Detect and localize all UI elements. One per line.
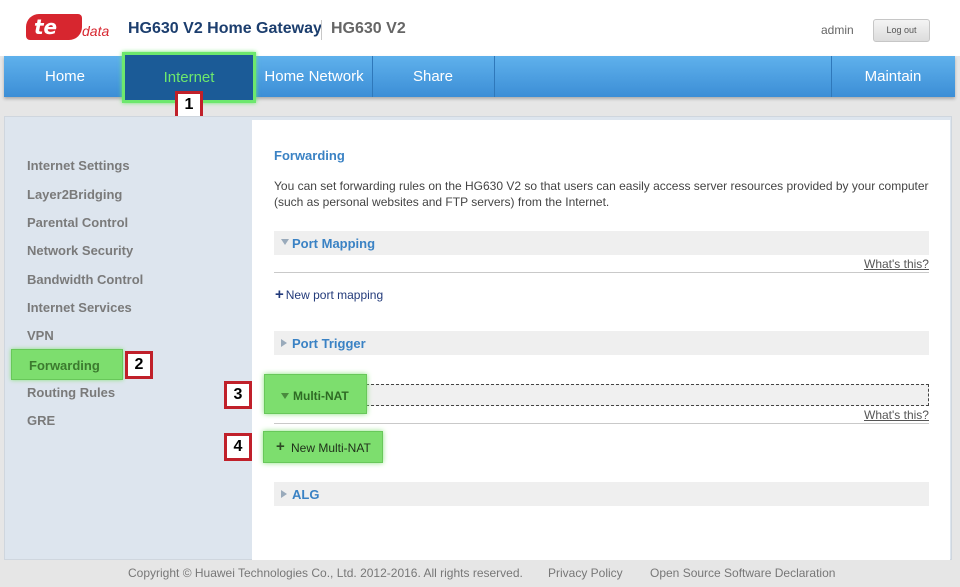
sidebar-item-vpn[interactable]: VPN <box>27 328 54 343</box>
username-label: admin <box>821 23 854 37</box>
header-bar: te data HG630 V2 Home Gateway HG630 V2 a… <box>0 0 960 56</box>
step-marker-2: 2 <box>125 351 153 379</box>
sidebar-item-parental-control[interactable]: Parental Control <box>27 215 128 230</box>
port-trigger-label: Port Trigger <box>292 336 366 351</box>
sidebar-item-internet-services[interactable]: Internet Services <box>27 300 132 315</box>
new-multi-nat-label: New Multi-NAT <box>291 441 371 455</box>
port-mapping-label: Port Mapping <box>292 236 376 251</box>
port-mapping-section-header[interactable]: Port Mapping <box>274 231 929 255</box>
step-marker-3: 3 <box>224 381 252 409</box>
logo-mark: te <box>26 14 82 40</box>
whats-this-link[interactable]: What's this? <box>864 257 929 271</box>
step-marker-4: 4 <box>224 433 252 461</box>
whats-this-link[interactable]: What's this? <box>864 408 929 422</box>
port-trigger-section-header[interactable]: Port Trigger <box>274 331 929 355</box>
nav-home-network[interactable]: Home Network <box>256 56 372 97</box>
nav-home[interactable]: Home <box>4 56 126 97</box>
step-marker-1: 1 <box>175 91 203 119</box>
alg-label: ALG <box>292 487 320 502</box>
title-divider <box>321 20 322 40</box>
section-divider <box>274 423 929 424</box>
collapse-arrow-icon <box>281 490 287 498</box>
sidebar-item-forwarding[interactable]: Forwarding <box>11 349 123 380</box>
nav-divider <box>494 56 495 97</box>
nav-maintain[interactable]: Maintain <box>831 56 955 97</box>
section-divider <box>274 272 929 273</box>
collapse-arrow-icon <box>281 339 287 347</box>
sidebar-item-gre[interactable]: GRE <box>27 413 55 428</box>
open-source-link[interactable]: Open Source Software Declaration <box>650 566 835 580</box>
alg-section-header[interactable]: ALG <box>274 482 929 506</box>
sidebar-item-network-security[interactable]: Network Security <box>27 243 133 258</box>
new-port-mapping-link[interactable]: + New port mapping <box>275 286 383 303</box>
new-multi-nat-link[interactable]: + New Multi-NAT <box>263 431 383 463</box>
sidebar-item-bandwidth-control[interactable]: Bandwidth Control <box>27 272 143 287</box>
sidebar-item-internet-settings[interactable]: Internet Settings <box>27 158 130 173</box>
logout-button[interactable]: Log out <box>873 19 930 42</box>
multi-nat-section-header[interactable] <box>276 384 929 406</box>
multi-nat-highlight[interactable]: Multi-NAT <box>264 374 367 414</box>
expand-arrow-icon <box>281 239 289 245</box>
page-description: You can set forwarding rules on the HG63… <box>274 179 929 209</box>
expand-arrow-icon <box>281 393 289 399</box>
sidebar-item-layer2bridging[interactable]: Layer2Bridging <box>27 187 122 202</box>
footer-copyright: Copyright © Huawei Technologies Co., Ltd… <box>128 566 523 580</box>
sidebar-item-routing-rules[interactable]: Routing Rules <box>27 385 115 400</box>
multi-nat-label: Multi-NAT <box>293 389 349 403</box>
new-port-mapping-label: New port mapping <box>285 288 384 302</box>
logo-suffix: data <box>82 23 110 39</box>
gateway-title: HG630 V2 Home Gateway <box>128 20 322 37</box>
plus-icon: + <box>276 438 285 455</box>
privacy-policy-link[interactable]: Privacy Policy <box>548 566 623 580</box>
nav-share[interactable]: Share <box>372 56 494 97</box>
device-model: HG630 V2 <box>331 20 406 37</box>
page-title: Forwarding <box>274 148 345 163</box>
plus-icon: + <box>275 286 284 303</box>
te-data-logo: te data <box>26 14 110 42</box>
